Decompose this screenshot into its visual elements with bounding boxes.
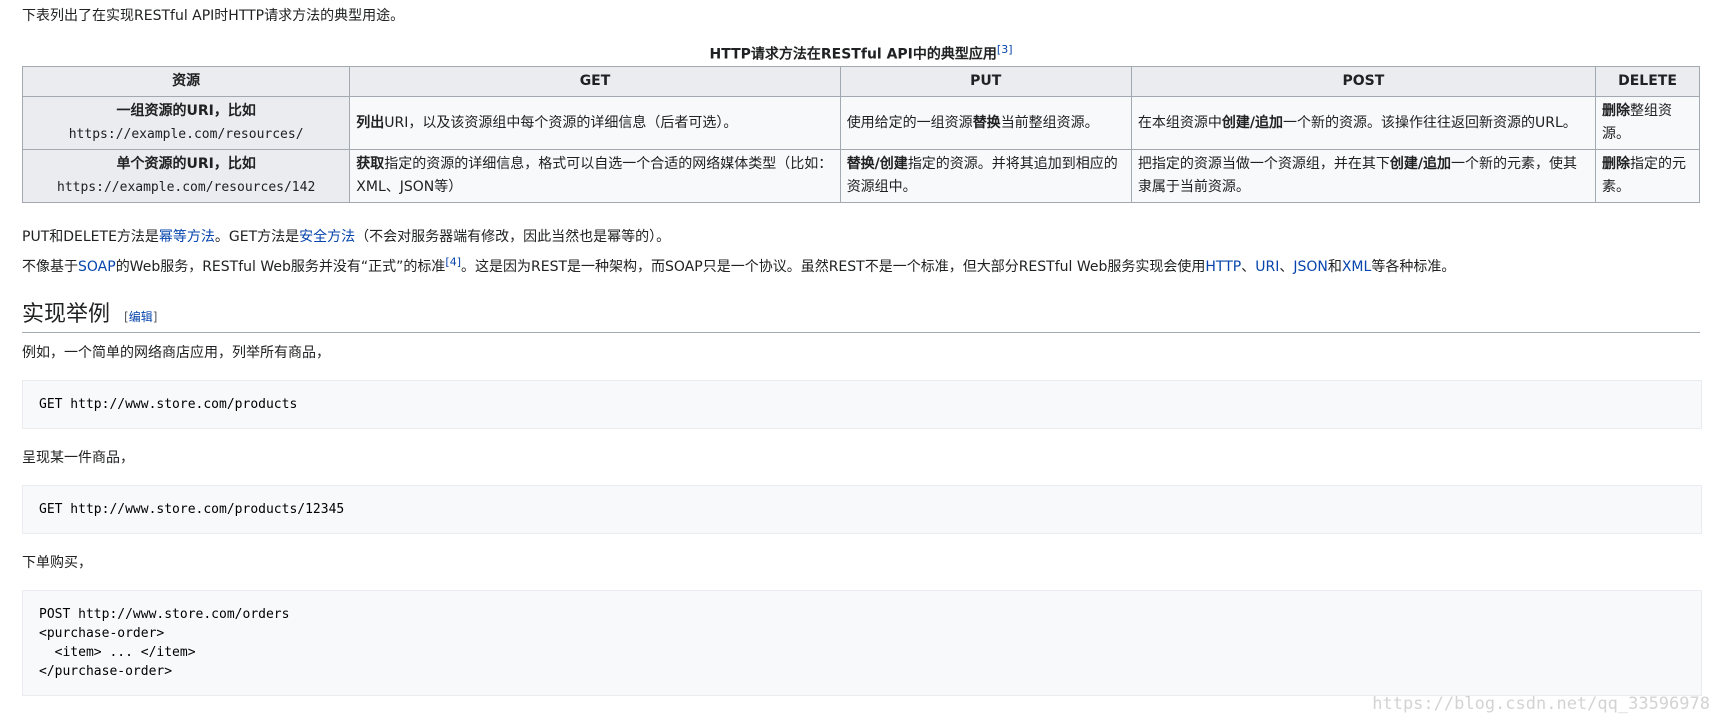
idempotent-paragraph: PUT和DELETE方法是幂等方法。GET方法是安全方法（不会对服务器端有修改，… <box>22 226 670 248</box>
para2-text: 、 <box>1241 259 1256 275</box>
para2-text: 不像基于 <box>22 259 78 275</box>
put-cell: 替换/创建指定的资源。并将其追加到相应的资源组中。 <box>839 149 1132 203</box>
para2-text: 的Web服务，RESTful Web服务并没有“正式”的标准 <box>115 259 446 275</box>
para2-text: 和 <box>1327 259 1342 275</box>
http-link[interactable]: HTTP <box>1205 259 1241 275</box>
delete-verb: 删除 <box>1601 103 1630 119</box>
post-pre: 把指定的资源当做一个资源组，并在其下 <box>1137 156 1390 172</box>
section-heading: 实现举例 [编辑] <box>22 300 1700 333</box>
get-description: URI，以及该资源组中每个资源的详细信息（后者可选）。 <box>384 114 738 131</box>
json-link[interactable]: JSON <box>1293 259 1328 275</box>
put-cell: 使用给定的一组资源替换当前整组资源。 <box>839 96 1132 150</box>
put-verb: 替换 <box>972 114 1001 131</box>
table-caption-text: HTTP请求方法在RESTful API中的典型应用 <box>709 46 997 63</box>
edit-section: [编辑] <box>124 310 157 324</box>
edit-bracket: ] <box>152 310 158 324</box>
example-text: 例如，一个简单的网络商店应用，列举所有商品， <box>22 345 330 361</box>
delete-verb: 删除 <box>1601 156 1630 172</box>
code-block: GET http://www.store.com/products/12345 <box>22 485 1702 534</box>
get-verb: 获取 <box>356 156 385 172</box>
put-verb: 替换/创建 <box>846 156 908 172</box>
soap-link[interactable]: SOAP <box>78 259 116 275</box>
intro-paragraph: 下表列出了在实现RESTful API时HTTP请求方法的典型用途。 <box>22 8 405 24</box>
put-post: 当前整组资源。 <box>1000 114 1099 131</box>
para2-text: 、 <box>1279 259 1294 275</box>
row-resource-cell: 一组资源的URI，比如 https://example.com/resource… <box>21 96 351 150</box>
post-cell: 在本组资源中创建/追加一个新的资源。该操作往往返回新资源的URL。 <box>1130 96 1596 150</box>
section-title: 实现举例 <box>22 302 111 327</box>
resource-uri: https://example.com/resources/ <box>68 127 304 142</box>
table-row: 单个资源的URI，比如 https://example.com/resource… <box>21 149 1701 203</box>
example-text: 下单购买， <box>22 555 92 571</box>
edit-section-link[interactable]: 编辑 <box>129 310 153 324</box>
xml-link[interactable]: XML <box>1342 259 1371 275</box>
resource-label: 单个资源的URI，比如 <box>116 156 256 172</box>
safe-method-link[interactable]: 安全方法 <box>299 229 355 245</box>
para1-text: （不会对服务器端有修改，因此当然也是幂等的）。 <box>355 229 671 245</box>
table-header-row: 资源 GET PUT POST DELETE <box>21 66 1701 97</box>
post-post: 一个新的资源。该操作往往返回新资源的URL。 <box>1282 114 1577 131</box>
header-delete: DELETE <box>1594 66 1701 97</box>
delete-cell: 删除指定的元素。 <box>1594 149 1701 203</box>
header-put: PUT <box>839 66 1132 97</box>
post-cell: 把指定的资源当做一个资源组，并在其下创建/追加一个新的元素，使其隶属于当前资源。 <box>1130 149 1596 203</box>
header-post: POST <box>1130 66 1596 97</box>
resource-uri: https://example.com/resources/142 <box>57 180 316 195</box>
para2-text: 。这是因为REST是一种架构，而SOAP只是一个协议。虽然REST不是一个标准，… <box>461 259 1206 275</box>
http-methods-table: 资源 GET PUT POST DELETE 一组资源的URI，比如 https… <box>21 66 1701 203</box>
code-block: GET http://www.store.com/products <box>22 380 1702 429</box>
caption-reference-link[interactable]: [3] <box>997 43 1013 56</box>
para1-text: PUT和DELETE方法是 <box>22 229 159 245</box>
standards-paragraph: 不像基于SOAP的Web服务，RESTful Web服务并没有“正式”的标准[4… <box>22 256 1455 278</box>
post-verb: 创建/追加 <box>1389 156 1451 172</box>
para2-text: 等各种标准。 <box>1371 259 1456 275</box>
reference-4-link[interactable]: [4] <box>445 255 461 268</box>
example-text: 呈现某一件商品， <box>22 450 134 466</box>
get-cell: 获取指定的资源的详细信息，格式可以自选一个合适的网络媒体类型（比如：XML、JS… <box>349 149 841 203</box>
post-pre: 在本组资源中 <box>1137 114 1222 131</box>
code-block: POST http://www.store.com/orders <purcha… <box>22 590 1702 696</box>
watermark-url: https://blog.csdn.net/qq_33596978 <box>1372 694 1710 714</box>
post-verb: 创建/追加 <box>1221 114 1283 131</box>
resource-label: 一组资源的URI，比如 <box>116 103 256 119</box>
table-caption: HTTP请求方法在RESTful API中的典型应用[3] <box>22 40 1700 65</box>
uri-link[interactable]: URI <box>1255 259 1279 275</box>
header-resource: 资源 <box>21 66 351 97</box>
delete-cell: 删除整组资源。 <box>1594 96 1701 150</box>
header-get: GET <box>349 66 841 97</box>
get-description: 指定的资源的详细信息，格式可以自选一个合适的网络媒体类型（比如：XML、JSON… <box>356 156 833 195</box>
table-row: 一组资源的URI，比如 https://example.com/resource… <box>21 96 1701 150</box>
row-resource-cell: 单个资源的URI，比如 https://example.com/resource… <box>21 149 351 203</box>
get-cell: 列出URI，以及该资源组中每个资源的详细信息（后者可选）。 <box>349 96 841 150</box>
put-pre: 使用给定的一组资源 <box>846 114 973 131</box>
para1-text: 。GET方法是 <box>214 229 300 245</box>
get-verb: 列出 <box>356 114 385 131</box>
idempotent-link[interactable]: 幂等方法 <box>159 229 215 245</box>
